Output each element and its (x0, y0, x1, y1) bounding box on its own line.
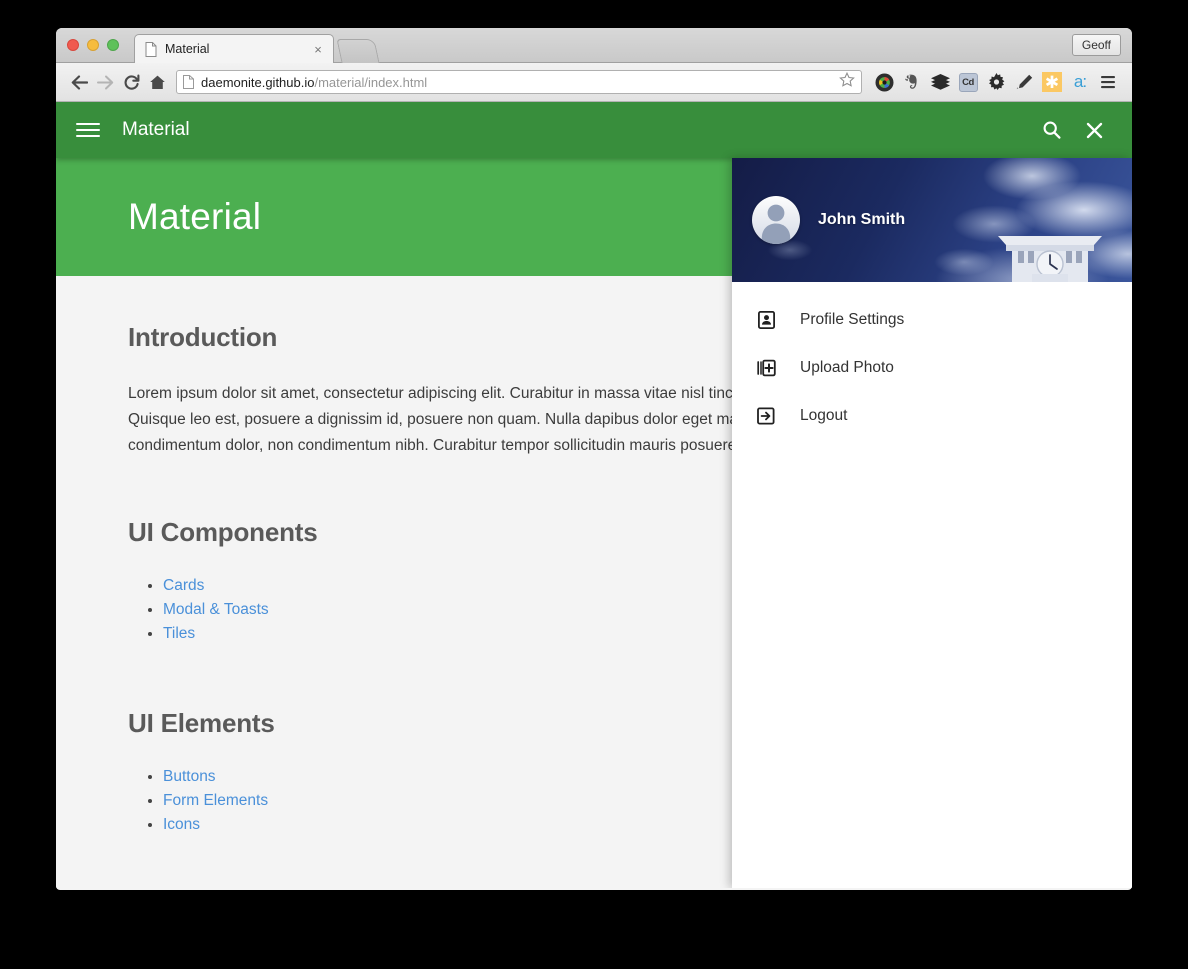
link-icons[interactable]: Icons (163, 816, 200, 833)
forward-arrow-icon[interactable] (92, 69, 118, 95)
link-buttons[interactable]: Buttons (163, 768, 216, 785)
link-tiles[interactable]: Tiles (163, 625, 195, 642)
drawer-item-label: Logout (800, 407, 848, 424)
browser-tab[interactable]: Material × (134, 34, 334, 63)
alexa-label: a: (1073, 72, 1087, 91)
back-arrow-icon[interactable] (66, 69, 92, 95)
drawer-item-label: Profile Settings (800, 311, 905, 328)
search-icon[interactable] (1036, 114, 1068, 146)
tab-title: Material (165, 42, 210, 56)
user-avatar-placeholder (761, 204, 791, 244)
colorzilla-icon[interactable]: Cd (954, 69, 982, 95)
maximize-window-button[interactable] (107, 39, 119, 51)
layers-stack-icon[interactable] (926, 69, 954, 95)
evernote-elephant-icon[interactable] (898, 69, 926, 95)
drawer-item-logout[interactable]: Logout (732, 392, 1132, 440)
profile-button-label: Geoff (1081, 38, 1111, 52)
new-tab-button[interactable] (336, 39, 380, 63)
drawer-header: John Smith (732, 158, 1132, 282)
home-icon[interactable] (144, 69, 170, 95)
drawer-user-block[interactable]: John Smith (732, 158, 1132, 282)
contact-badge-icon (754, 308, 778, 332)
document-icon (183, 75, 194, 89)
app-title: Material (122, 119, 190, 140)
close-icon[interactable]: × (311, 43, 325, 56)
close-window-button[interactable] (67, 39, 79, 51)
address-bar-url: daemonite.github.io/material/index.html (201, 75, 839, 90)
drawer-item-label: Upload Photo (800, 359, 894, 376)
asterisk-glyph: ✱ (1042, 72, 1062, 92)
minimize-window-button[interactable] (87, 39, 99, 51)
reload-icon[interactable] (118, 69, 144, 95)
close-icon[interactable] (1078, 114, 1110, 146)
url-path: /material/index.html (314, 74, 428, 90)
profile-button[interactable]: Geoff (1071, 34, 1121, 56)
gear-icon[interactable] (982, 69, 1010, 95)
drawer-item-profile-settings[interactable]: Profile Settings (732, 296, 1132, 344)
chrome-menu-icon[interactable] (1094, 69, 1122, 95)
user-drawer: John Smith Profile Settings Upload Photo (732, 158, 1132, 888)
link-form-elements[interactable]: Form Elements (163, 792, 268, 809)
add-to-library-icon (754, 356, 778, 380)
asterisk-icon[interactable]: ✱ (1038, 69, 1066, 95)
pencil-icon[interactable] (1010, 69, 1038, 95)
drawer-user-name: John Smith (818, 211, 906, 228)
camera-lens-icon[interactable] (870, 69, 898, 95)
link-cards[interactable]: Cards (163, 577, 204, 594)
hamburger-menu-icon[interactable] (76, 118, 100, 142)
alexa-rank-icon[interactable]: a: (1066, 69, 1094, 95)
colorzilla-label: Cd (958, 72, 978, 92)
browser-tabstrip: Material × Geoff (56, 28, 1132, 63)
avatar[interactable] (752, 196, 800, 244)
app-toolbar-actions (1036, 114, 1132, 146)
drawer-item-upload-photo[interactable]: Upload Photo (732, 344, 1132, 392)
app-toolbar: Material (56, 102, 1132, 158)
document-icon (145, 41, 157, 57)
drawer-menu-list: Profile Settings Upload Photo Logout (732, 282, 1132, 440)
window-controls (67, 39, 119, 51)
link-modal-toasts[interactable]: Modal & Toasts (163, 601, 269, 618)
address-bar[interactable]: daemonite.github.io/material/index.html (176, 70, 862, 94)
page-viewport: Material Material Introduction Lorem ips… (56, 102, 1132, 888)
exit-arrow-icon (754, 404, 778, 428)
browser-window: Material × Geoff daemonite.github.io/mat… (56, 28, 1132, 890)
hero-title: Material (128, 196, 262, 237)
extension-toolbar: Cd ✱ a: (870, 69, 1122, 95)
bookmark-star-icon[interactable] (839, 71, 855, 92)
url-domain: daemonite.github.io (201, 74, 315, 90)
browser-toolbar: daemonite.github.io/material/index.html … (56, 63, 1132, 102)
